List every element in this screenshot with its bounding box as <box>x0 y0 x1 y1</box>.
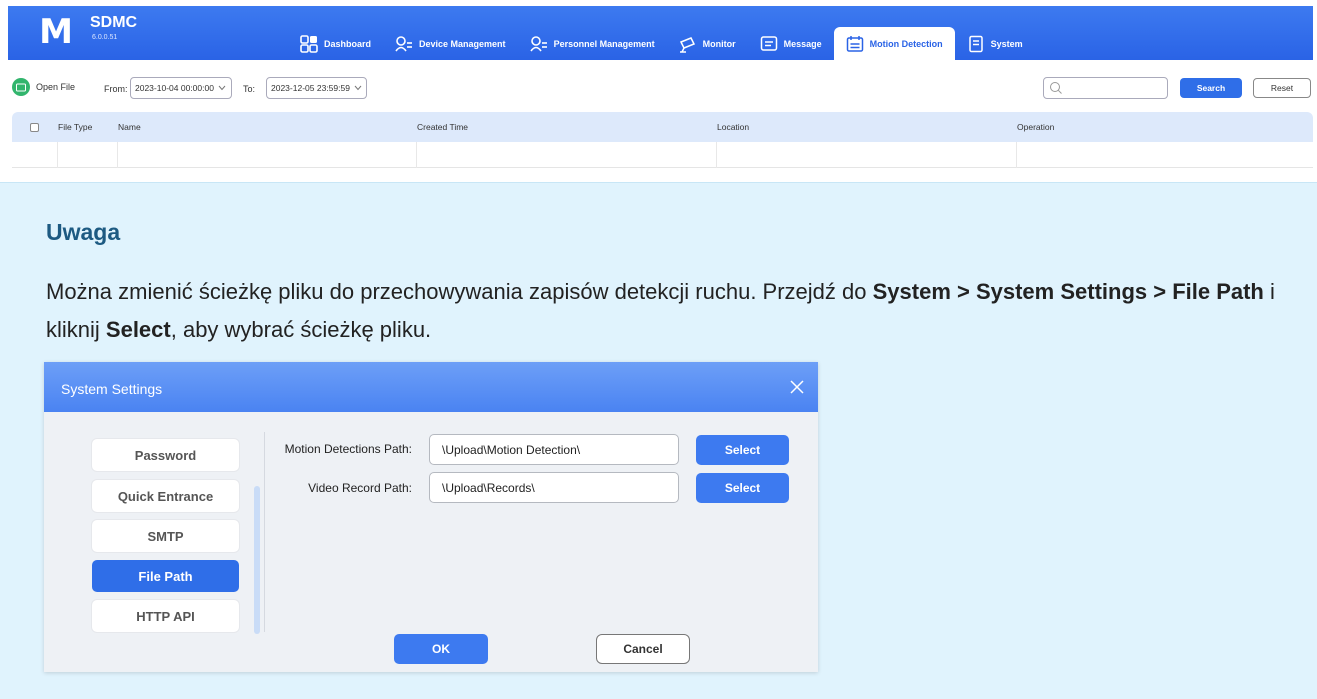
column-name: Name <box>118 122 141 132</box>
nav-label: Device Management <box>419 38 506 49</box>
app-version: 6.0.0.51 <box>92 34 118 41</box>
settings-tab-http-api[interactable]: HTTP API <box>92 600 239 632</box>
divider <box>264 432 265 632</box>
chevron-down-icon <box>354 85 362 91</box>
nav-label: Monitor <box>702 38 736 49</box>
settings-tab-smtp[interactable]: SMTP <box>92 520 239 552</box>
note-text-part: Można zmienić ścieżkę pliku do przechowy… <box>46 279 873 304</box>
dialog-body: Password Quick Entrance SMTP File Path H… <box>44 412 818 672</box>
dialog-title: System Settings <box>61 381 163 397</box>
nav-label: Message <box>783 38 822 49</box>
chevron-down-icon <box>218 85 226 91</box>
filter-toolbar: Open File From: 2023-10-04 00:00:00 To: … <box>0 72 1317 104</box>
records-table: File Type Name Created Time Location Ope… <box>12 112 1313 168</box>
note-path-bold: System > System Settings > File Path <box>872 279 1264 304</box>
note-title: Uwaga <box>46 219 121 245</box>
nav-label: Dashboard <box>324 38 372 49</box>
main-nav: Dashboard Device Management Personnel Ma… <box>288 27 1035 60</box>
app-logo: M <box>39 12 73 52</box>
from-label: From: <box>104 84 128 94</box>
nav-personnel-management[interactable]: Personnel Management <box>518 27 667 60</box>
reset-button[interactable]: Reset <box>1253 78 1311 98</box>
sidebar-scrollbar[interactable] <box>254 486 260 634</box>
note-text-part: , aby wybrać ścieżkę pliku. <box>170 317 432 342</box>
settings-tab-file-path[interactable]: File Path <box>92 560 239 592</box>
nav-label: System <box>990 38 1023 49</box>
motion-detection-icon <box>846 35 863 52</box>
column-created-time: Created Time <box>417 122 469 132</box>
column-operation: Operation <box>1017 122 1055 132</box>
device-management-icon <box>395 35 413 51</box>
from-date-picker[interactable]: 2023-10-04 00:00:00 <box>130 77 232 99</box>
open-file-button[interactable]: Open File <box>12 78 75 96</box>
system-settings-dialog: System Settings Password Quick Entrance … <box>44 362 818 672</box>
message-icon <box>760 35 777 51</box>
video-record-path-label: Video Record Path: <box>308 481 412 495</box>
video-record-path-field[interactable]: \Upload\Records\ <box>429 472 679 503</box>
settings-tab-quick-entrance[interactable]: Quick Entrance <box>92 480 239 512</box>
ok-button[interactable]: OK <box>394 634 488 664</box>
table-row <box>12 142 1313 168</box>
system-icon <box>968 35 983 52</box>
search-button[interactable]: Search <box>1180 78 1242 98</box>
to-date-picker[interactable]: 2023-12-05 23:59:59 <box>266 77 367 99</box>
personnel-management-icon <box>529 35 547 51</box>
note-select-bold: Select <box>105 317 171 342</box>
dialog-header: System Settings <box>44 362 818 412</box>
dashboard-icon <box>300 34 318 53</box>
cancel-button[interactable]: Cancel <box>596 634 690 664</box>
nav-motion-detection[interactable]: Motion Detection <box>833 27 955 60</box>
select-all-checkbox[interactable] <box>30 122 39 132</box>
close-icon[interactable] <box>788 378 806 396</box>
search-icon <box>1050 82 1062 94</box>
column-location: Location <box>717 122 750 132</box>
search-input[interactable] <box>1043 77 1168 99</box>
nav-label: Motion Detection <box>869 38 943 49</box>
column-file-type: File Type <box>58 122 93 132</box>
to-date-value: 2023-12-05 23:59:59 <box>271 83 350 93</box>
app-name: SDMC <box>90 14 138 31</box>
monitor-icon <box>679 36 695 53</box>
nav-label: Personnel Management <box>553 38 655 49</box>
top-navigation-bar: M SDMC 6.0.0.51 Dashboard Device Managem… <box>8 6 1313 60</box>
nav-device-management[interactable]: Device Management <box>383 27 518 60</box>
nav-dashboard[interactable]: Dashboard <box>288 27 383 60</box>
motion-detections-path-field[interactable]: \Upload\Motion Detection\ <box>429 434 679 465</box>
table-header: File Type Name Created Time Location Ope… <box>12 112 1313 142</box>
to-label: To: <box>243 84 256 94</box>
motion-detections-path-label: Motion Detections Path: <box>284 442 412 456</box>
app-window: M SDMC 6.0.0.51 Dashboard Device Managem… <box>0 0 1317 180</box>
note-text: Można zmienić ścieżkę pliku do przechowy… <box>46 273 1311 349</box>
nav-message[interactable]: Message <box>748 27 834 60</box>
select-motion-path-button[interactable]: Select <box>696 435 789 465</box>
nav-system[interactable]: System <box>955 27 1035 60</box>
open-file-label: Open File <box>36 82 76 92</box>
select-video-path-button[interactable]: Select <box>696 473 789 503</box>
nav-monitor[interactable]: Monitor <box>667 27 748 60</box>
settings-tab-password[interactable]: Password <box>92 439 239 471</box>
from-date-value: 2023-10-04 00:00:00 <box>135 83 214 93</box>
folder-icon <box>12 78 30 96</box>
